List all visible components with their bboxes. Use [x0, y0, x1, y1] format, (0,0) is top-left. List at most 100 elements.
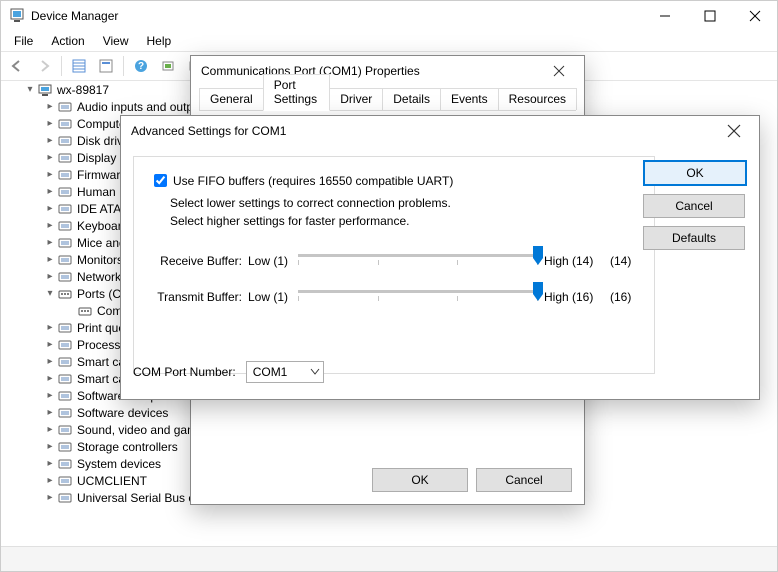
minimize-button[interactable]: [642, 1, 687, 31]
receive-value: (14): [610, 254, 640, 268]
fifo-groupbox: Use FIFO buffers (requires 16550 compati…: [133, 156, 655, 374]
advanced-ok-button[interactable]: OK: [643, 160, 747, 186]
titlebar: Device Manager: [1, 1, 777, 31]
tree-category-label: Software devices: [77, 406, 168, 420]
advanced-titlebar: Advanced Settings for COM1: [121, 116, 759, 146]
properties-button[interactable]: [94, 54, 118, 78]
tab-driver[interactable]: Driver: [329, 88, 383, 110]
receive-buffer-slider[interactable]: [298, 250, 538, 272]
menu-action[interactable]: Action: [44, 32, 91, 50]
expand-icon[interactable]: ▸: [43, 458, 57, 469]
device-icon: [57, 354, 73, 370]
device-icon: [57, 201, 73, 217]
tree-root-label: wx-89817: [57, 83, 109, 97]
expand-icon[interactable]: ▸: [43, 407, 57, 418]
expand-icon[interactable]: ▸: [43, 424, 57, 435]
device-icon: [57, 320, 73, 336]
computer-icon: [37, 82, 53, 98]
device-icon: [57, 252, 73, 268]
expand-icon[interactable]: ▸: [43, 339, 57, 350]
device-icon: [57, 99, 73, 115]
expand-icon[interactable]: ▸: [43, 220, 57, 231]
properties-cancel-button[interactable]: Cancel: [476, 468, 572, 492]
receive-high-label: High (14): [544, 254, 604, 268]
expand-icon[interactable]: ▸: [43, 322, 57, 333]
app-icon: [9, 7, 25, 26]
tree-category-label: Monitors: [77, 253, 123, 267]
comport-combobox[interactable]: COM1: [246, 361, 324, 383]
expand-icon[interactable]: ▸: [43, 169, 57, 180]
back-button[interactable]: [5, 54, 29, 78]
receive-buffer-label: Receive Buffer:: [142, 254, 242, 268]
tree-category-label: Storage controllers: [77, 440, 178, 454]
forward-button[interactable]: [32, 54, 56, 78]
fifo-checkbox[interactable]: [154, 174, 167, 187]
expand-icon[interactable]: ▸: [43, 203, 57, 214]
advanced-defaults-button[interactable]: Defaults: [643, 226, 745, 250]
tab-general[interactable]: General: [199, 88, 264, 110]
expand-icon[interactable]: ▸: [43, 492, 57, 503]
device-icon: [57, 456, 73, 472]
advanced-dialog: Advanced Settings for COM1 Use FIFO buff…: [120, 115, 760, 400]
device-icon: [57, 473, 73, 489]
expand-icon[interactable]: ▸: [43, 254, 57, 265]
expand-icon[interactable]: ▸: [43, 237, 57, 248]
expand-icon[interactable]: ▸: [43, 135, 57, 146]
device-icon: [57, 388, 73, 404]
tabstrip: General Port Settings Driver Details Eve…: [199, 86, 576, 111]
device-icon: [57, 439, 73, 455]
menubar: File Action View Help: [1, 31, 777, 51]
properties-ok-button[interactable]: OK: [372, 468, 468, 492]
menu-file[interactable]: File: [7, 32, 40, 50]
receive-low-label: Low (1): [248, 254, 298, 268]
expand-icon[interactable]: ▸: [43, 373, 57, 384]
tab-events[interactable]: Events: [440, 88, 499, 110]
window-title: Device Manager: [31, 9, 118, 23]
device-icon: [57, 235, 73, 251]
advanced-close-button[interactable]: [719, 116, 749, 146]
expand-icon[interactable]: ▸: [43, 441, 57, 452]
fifo-note-1: Select lower settings to correct connect…: [170, 196, 638, 210]
collapse-icon[interactable]: ▾: [23, 84, 37, 95]
menu-view[interactable]: View: [96, 32, 136, 50]
device-icon: [57, 167, 73, 183]
device-icon: [57, 422, 73, 438]
show-hide-tree-button[interactable]: [67, 54, 91, 78]
transmit-buffer-slider[interactable]: [298, 286, 538, 308]
help-button[interactable]: ?: [129, 54, 153, 78]
tree-category-label: System devices: [77, 457, 161, 471]
tab-port-settings[interactable]: Port Settings: [263, 74, 331, 111]
port-icon: [77, 303, 93, 319]
comport-value: COM1: [247, 365, 307, 379]
comport-label: COM Port Number:: [133, 365, 236, 379]
expand-icon[interactable]: ▸: [43, 152, 57, 163]
properties-close-button[interactable]: [544, 56, 574, 86]
port-icon: [57, 286, 73, 302]
expand-icon[interactable]: ▸: [43, 101, 57, 112]
expand-icon[interactable]: ▸: [43, 118, 57, 129]
maximize-button[interactable]: [687, 1, 732, 31]
close-button[interactable]: [732, 1, 777, 31]
expand-icon[interactable]: ▸: [43, 475, 57, 486]
expand-icon[interactable]: ▸: [43, 271, 57, 282]
transmit-low-label: Low (1): [248, 290, 298, 304]
device-icon: [57, 490, 73, 506]
expand-icon[interactable]: ▸: [43, 390, 57, 401]
device-icon: [57, 150, 73, 166]
device-icon: [57, 116, 73, 132]
transmit-high-label: High (16): [544, 290, 604, 304]
advanced-cancel-button[interactable]: Cancel: [643, 194, 745, 218]
tab-details[interactable]: Details: [382, 88, 441, 110]
properties-titlebar: Communications Port (COM1) Properties: [191, 56, 584, 86]
collapse-icon[interactable]: ▾: [43, 288, 57, 299]
menu-help[interactable]: Help: [140, 32, 179, 50]
fifo-note-2: Select higher settings for faster perfor…: [170, 214, 638, 228]
statusbar: [1, 546, 777, 571]
device-icon: [57, 133, 73, 149]
device-icon: [57, 371, 73, 387]
scan-button[interactable]: [156, 54, 180, 78]
tab-resources[interactable]: Resources: [498, 88, 577, 110]
expand-icon[interactable]: ▸: [43, 356, 57, 367]
expand-icon[interactable]: ▸: [43, 186, 57, 197]
window-controls: [642, 1, 777, 31]
